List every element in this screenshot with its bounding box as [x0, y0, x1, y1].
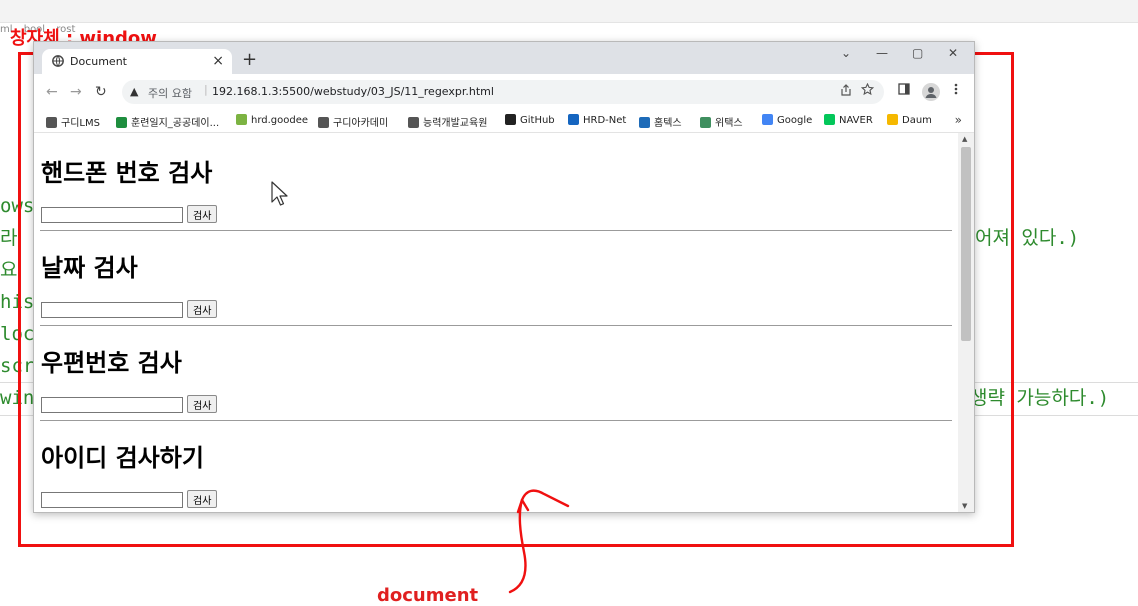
code-line: 라	[0, 227, 18, 249]
bookmark-favicon-icon	[887, 114, 898, 125]
zipcode-input[interactable]	[41, 397, 183, 413]
code-line: 요	[0, 259, 18, 281]
bookmark-item[interactable]: Google	[762, 114, 812, 126]
forward-icon[interactable]: →	[70, 84, 82, 100]
tab-search-icon[interactable]: ⌄	[841, 46, 851, 60]
id-check-button[interactable]: 검사	[187, 490, 218, 508]
bookmark-item[interactable]: 홈텍스	[639, 114, 682, 129]
section-title: 우편번호 검사	[41, 349, 182, 377]
bookmark-item[interactable]: 위택스	[700, 114, 743, 129]
scroll-down-icon[interactable]: ▼	[962, 502, 967, 510]
bookmark-label: NAVER	[839, 115, 873, 126]
bookmark-item[interactable]: 능력개발교육원	[408, 114, 487, 129]
page-viewport: 핸드폰 번호 검사 검사 날짜 검사 검사 우편번호 검사 검사 아이디 검사하…	[34, 133, 974, 512]
section-title: 날짜 검사	[41, 254, 138, 282]
browser-toolbar: ← → ↻ ▲ 주의 요함 | 192.168.1.3:5500/webstud…	[34, 74, 974, 110]
page-scrollbar[interactable]: ▲ ▼	[958, 133, 974, 512]
reload-icon[interactable]: ↻	[95, 84, 107, 100]
section-divider	[40, 230, 952, 231]
warning-icon[interactable]: ▲	[130, 85, 138, 98]
bookmark-item[interactable]: HRD-Net	[568, 114, 626, 126]
bookmark-favicon-icon	[116, 117, 127, 128]
zipcode-check-button[interactable]: 검사	[187, 395, 218, 413]
id-input[interactable]	[41, 492, 183, 508]
address-separator: |	[204, 83, 208, 96]
bookmark-favicon-icon	[408, 117, 419, 128]
bookmark-label: 능력개발교육원	[423, 118, 488, 129]
bookmarks-bar: 구디LMS 훈련일지_공공데이... hrd.goodee 구디아카데미 능력개…	[34, 110, 974, 133]
bookmark-item[interactable]: GitHub	[505, 114, 555, 126]
bookmark-label: 위택스	[715, 118, 743, 129]
bookmark-label: hrd.goodee	[251, 115, 309, 126]
url-text[interactable]: 192.168.1.3:5500/webstudy/03_JS/11_regex…	[212, 85, 494, 98]
browser-window: Document × + ⌄ — ▢ ✕ ← → ↻ ▲ 주의 요함 | 192…	[33, 41, 975, 513]
bookmark-label: 훈련일지_공공데이...	[131, 118, 220, 129]
bookmark-item[interactable]: Daum	[887, 114, 932, 126]
document-annotation-label: document	[377, 585, 479, 606]
bookmark-label: Daum	[902, 115, 932, 126]
maximize-icon[interactable]: ▢	[912, 46, 923, 60]
bookmark-label: Google	[777, 115, 813, 126]
mouse-cursor-icon	[271, 181, 288, 206]
bookmark-label: GitHub	[520, 115, 555, 126]
new-tab-button[interactable]: +	[242, 51, 257, 69]
bookmark-favicon-icon	[762, 114, 773, 125]
minimize-icon[interactable]: —	[876, 46, 888, 60]
bookmark-item[interactable]: 훈련일지_공공데이...	[116, 114, 219, 129]
tab-title: Document	[70, 55, 127, 68]
bookmark-item[interactable]: 구디아카데미	[318, 114, 388, 129]
bookmark-favicon-icon	[824, 114, 835, 125]
tab-strip: Document × + ⌄ — ▢ ✕	[34, 42, 974, 74]
person-icon	[925, 87, 937, 98]
profile-avatar[interactable]	[922, 83, 940, 101]
section-divider	[40, 420, 952, 421]
bookmark-favicon-icon	[46, 117, 57, 128]
address-bar[interactable]: ▲ 주의 요함 | 192.168.1.3:5500/webstudy/03_J…	[122, 80, 884, 104]
section-divider	[40, 325, 952, 326]
bookmark-favicon-icon	[318, 117, 329, 128]
menu-kebab-icon[interactable]	[954, 83, 958, 95]
close-window-icon[interactable]: ✕	[948, 46, 958, 60]
bookmark-favicon-icon	[505, 114, 516, 125]
phone-input[interactable]	[41, 207, 183, 223]
editor-top-bar	[0, 0, 1138, 23]
side-panel-icon[interactable]	[898, 83, 910, 95]
bookmarks-overflow-icon[interactable]: »	[955, 113, 962, 127]
editor-tab-strip: ml bool rost	[0, 24, 1138, 42]
phone-check-button[interactable]: 검사	[187, 205, 218, 223]
bookmark-label: 구디아카데미	[333, 118, 389, 129]
bookmark-favicon-icon	[639, 117, 650, 128]
back-icon[interactable]: ←	[46, 84, 58, 100]
document-arrow-icon	[508, 489, 570, 594]
date-input[interactable]	[41, 302, 183, 318]
scrollbar-thumb[interactable]	[961, 147, 971, 341]
bookmark-star-icon[interactable]	[861, 83, 874, 96]
section-title: 아이디 검사하기	[41, 444, 204, 472]
bookmark-favicon-icon	[236, 114, 247, 125]
bookmark-label: 홈텍스	[654, 118, 682, 129]
bookmark-label: 구디LMS	[61, 118, 100, 129]
bookmark-label: HRD-Net	[583, 115, 627, 126]
tab-close-icon[interactable]: ×	[212, 53, 224, 69]
share-icon[interactable]	[840, 84, 852, 96]
globe-icon	[52, 55, 64, 67]
bookmark-item[interactable]: NAVER	[824, 114, 873, 126]
bookmark-favicon-icon	[568, 114, 579, 125]
tab-document[interactable]: Document ×	[42, 49, 232, 74]
section-title: 핸드폰 번호 검사	[41, 159, 213, 187]
security-status[interactable]: 주의 요함	[148, 85, 192, 101]
scroll-up-icon[interactable]: ▲	[962, 135, 967, 143]
bookmark-item[interactable]: 구디LMS	[46, 114, 100, 129]
bookmark-favicon-icon	[700, 117, 711, 128]
date-check-button[interactable]: 검사	[187, 300, 218, 318]
bookmark-item[interactable]: hrd.goodee	[236, 114, 308, 126]
